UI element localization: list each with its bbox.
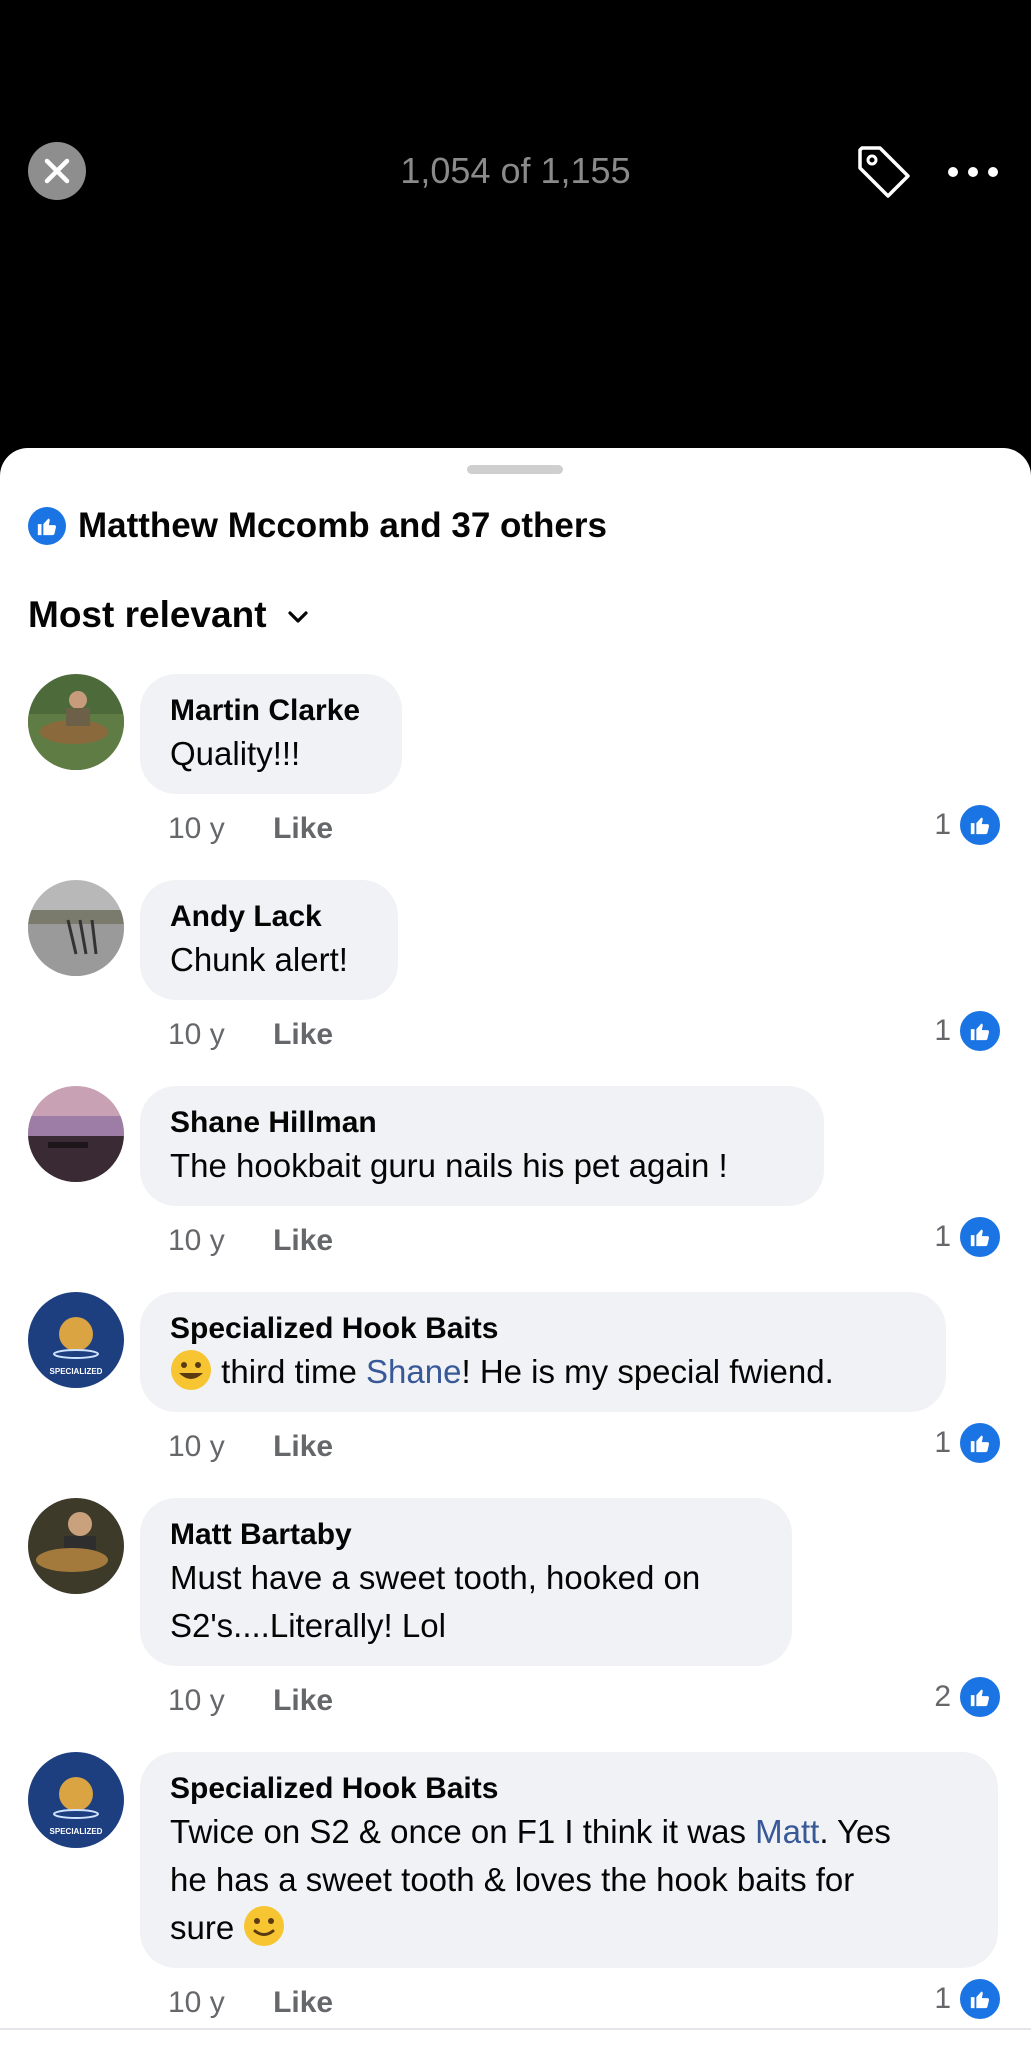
comment-meta: 10 y Like — [168, 1986, 333, 2020]
comment-text: Quality!!! — [170, 735, 301, 772]
comment-text-line: Twice on S2 & once on F1 I think it was … — [170, 1808, 968, 1856]
comment-author[interactable]: Andy Lack — [170, 898, 368, 936]
comment-bubble[interactable]: Shane Hillman The hookbait guru nails hi… — [140, 1086, 824, 1206]
reaction-count[interactable]: 2 — [934, 1674, 1003, 1720]
comment-text-part: sure — [170, 1909, 235, 1946]
tag-icon — [858, 146, 910, 198]
avatar[interactable]: SPECIALIZED — [28, 1292, 124, 1388]
comment-author[interactable]: Specialized Hook Baits — [170, 1770, 968, 1808]
reactions-summary[interactable]: Matthew Mccomb and 37 others — [28, 506, 607, 546]
comment-text-part: third time — [221, 1353, 367, 1390]
comment-text: Chunk alert! — [170, 941, 348, 978]
like-reaction-icon — [957, 1008, 1003, 1054]
photo-viewer-header: 1,054 of 1,155 — [0, 0, 1031, 450]
sort-selector[interactable]: Most relevant — [28, 594, 309, 636]
like-reaction-icon — [957, 1976, 1003, 2022]
comment-time[interactable]: 10 y — [168, 1018, 225, 1051]
reaction-count[interactable]: 1 — [934, 1976, 1003, 2022]
reaction-count[interactable]: 1 — [934, 802, 1003, 848]
comment-text-line: Must have a sweet tooth, hooked on — [170, 1559, 701, 1596]
more-options-button[interactable] — [948, 152, 998, 192]
comment-time[interactable]: 10 y — [168, 812, 225, 845]
reaction-count-number: 1 — [934, 1426, 951, 1459]
smiling-face-icon — [244, 1906, 285, 1946]
comment-meta: 10 y Like — [168, 812, 333, 846]
comment-author[interactable]: Matt Bartaby — [170, 1516, 762, 1554]
comment-bubble[interactable]: Andy Lack Chunk alert! — [140, 880, 398, 1000]
sort-label: Most relevant — [28, 594, 267, 635]
like-reaction-icon — [957, 1420, 1003, 1466]
like-button[interactable]: Like — [273, 1018, 333, 1051]
comment-meta: 10 y Like — [168, 1430, 333, 1464]
reaction-count[interactable]: 1 — [934, 1420, 1003, 1466]
like-button[interactable]: Like — [273, 1224, 333, 1257]
comment-author[interactable]: Shane Hillman — [170, 1104, 794, 1142]
reaction-count-number: 1 — [934, 808, 951, 841]
avatar[interactable]: SPECIALIZED — [28, 1752, 124, 1848]
drag-handle[interactable] — [467, 465, 563, 474]
reaction-count[interactable]: 1 — [934, 1214, 1003, 1260]
comment-text-line: sure — [170, 1904, 968, 1952]
avatar[interactable] — [28, 1086, 124, 1182]
reaction-count[interactable]: 1 — [934, 1008, 1003, 1054]
comment-time[interactable]: 10 y — [168, 1986, 225, 2019]
reaction-count-number: 1 — [934, 1982, 951, 2015]
logo-text: SPECIALIZED — [50, 1367, 103, 1376]
comment-bubble[interactable]: Specialized Hook Baits third time Shane!… — [140, 1292, 946, 1412]
like-button[interactable]: Like — [273, 1684, 333, 1717]
grinning-face-icon — [171, 1350, 211, 1390]
comments-sheet: Matthew Mccomb and 37 others Most releva… — [0, 448, 1031, 2048]
like-reaction-icon — [957, 1214, 1003, 1260]
comment-bubble[interactable]: Specialized Hook Baits Twice on S2 & onc… — [140, 1752, 998, 1968]
like-reaction-icon — [28, 507, 66, 545]
comment-meta: 10 y Like — [168, 1018, 333, 1052]
comment-text: The hookbait guru nails his pet again ! — [170, 1147, 728, 1184]
like-reaction-icon — [957, 802, 1003, 848]
avatar[interactable] — [28, 1498, 124, 1594]
comment-meta: 10 y Like — [168, 1224, 333, 1258]
comment-author[interactable]: Specialized Hook Baits — [170, 1310, 916, 1348]
like-button[interactable]: Like — [273, 812, 333, 845]
comment-bubble[interactable]: Matt Bartaby Must have a sweet tooth, ho… — [140, 1498, 792, 1666]
mention-link[interactable]: Matt — [755, 1813, 819, 1850]
comment-text-line: S2's....Literally! Lol — [170, 1607, 446, 1644]
comment-time[interactable]: 10 y — [168, 1684, 225, 1717]
comment-text-part: Twice on S2 & once on F1 I think it was — [170, 1813, 756, 1850]
reaction-count-number: 1 — [934, 1220, 951, 1253]
reaction-count-number: 1 — [934, 1014, 951, 1047]
dot-icon — [988, 167, 998, 177]
comment-text-line: he has a sweet tooth & loves the hook ba… — [170, 1861, 855, 1898]
avatar[interactable] — [28, 674, 124, 770]
comment-text-part: ! He is my special fwiend. — [461, 1353, 834, 1390]
comment-author[interactable]: Martin Clarke — [170, 692, 372, 730]
comment-text: third time Shane! He is my special fwien… — [170, 1348, 916, 1396]
comment-time[interactable]: 10 y — [168, 1224, 225, 1257]
comment-time[interactable]: 10 y — [168, 1430, 225, 1463]
comment-bubble[interactable]: Martin Clarke Quality!!! — [140, 674, 402, 794]
reaction-count-number: 2 — [934, 1680, 951, 1713]
tag-button[interactable] — [852, 140, 916, 204]
mention-link[interactable]: Shane — [366, 1353, 461, 1390]
like-button[interactable]: Like — [273, 1986, 333, 2019]
logo-text: SPECIALIZED — [50, 1827, 103, 1836]
like-button[interactable]: Like — [273, 1430, 333, 1463]
comment-meta: 10 y Like — [168, 1684, 333, 1718]
chevron-down-icon — [287, 611, 308, 623]
dot-icon — [968, 167, 978, 177]
dot-icon — [948, 167, 958, 177]
divider — [0, 2028, 1031, 2030]
comment-text-part: . Yes — [819, 1813, 891, 1850]
avatar[interactable] — [28, 880, 124, 976]
reactions-summary-text: Matthew Mccomb and 37 others — [78, 506, 607, 545]
like-reaction-icon — [957, 1674, 1003, 1720]
